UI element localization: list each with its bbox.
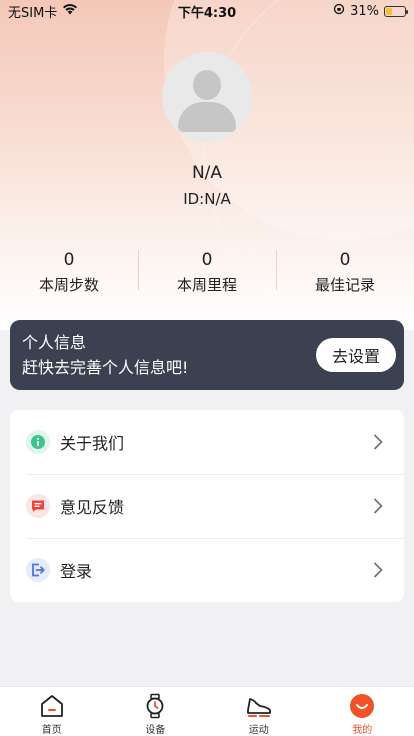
watch-icon (141, 692, 169, 719)
stat-label: 本周步数 (38, 276, 99, 294)
chevron-right-icon (366, 558, 390, 582)
tab-label: 首页 (41, 725, 62, 736)
tab-label: 运动 (248, 725, 269, 736)
user-id: ID:N/A (183, 190, 231, 208)
chevron-right-icon (366, 430, 390, 454)
shoe-icon (245, 692, 273, 719)
tab-sports[interactable]: 运动 (207, 687, 311, 736)
battery-percent: 31% (350, 3, 379, 19)
feedback-icon (26, 494, 50, 518)
menu-label: 登录 (60, 562, 93, 581)
wifi-icon (62, 3, 78, 19)
menu-item-feedback[interactable]: 意见反馈 (10, 474, 404, 538)
tab-bar: 首页 设备 运动 我的 (0, 686, 414, 736)
menu-label: 意见反馈 (60, 498, 125, 517)
menu-label: 关于我们 (60, 434, 125, 453)
stat-weekly-steps: 0 本周步数 (0, 248, 138, 298)
stat-value: 0 (201, 250, 213, 270)
menu-item-login[interactable]: 登录 (10, 538, 404, 602)
tab-home[interactable]: 首页 (0, 687, 104, 736)
personal-info-banner: 个人信息 赶快去完善个人信息吧! 去设置 (10, 320, 404, 390)
profile-smile-icon (348, 692, 376, 719)
tab-mine[interactable]: 我的 (311, 687, 414, 736)
login-icon (26, 558, 50, 582)
home-icon (38, 692, 66, 719)
stat-value: 0 (339, 250, 351, 270)
carrier-label: 无SIM卡 (8, 5, 58, 21)
stat-weekly-distance: 0 本周里程 (138, 248, 276, 298)
status-time: 下午4:30 (177, 5, 237, 21)
menu-item-about[interactable]: 关于我们 (10, 410, 404, 474)
tab-label: 设备 (145, 725, 166, 736)
stats-row: 0 本周步数 0 本周里程 0 最佳记录 (0, 248, 414, 298)
status-bar: 无SIM卡 下午4:30 31% (0, 0, 414, 22)
tab-label: 我的 (352, 725, 373, 736)
orientation-lock-icon (333, 3, 345, 19)
menu-list: 关于我们 意见反馈 登录 (10, 410, 404, 602)
chevron-right-icon (366, 494, 390, 518)
go-settings-button[interactable]: 去设置 (316, 338, 396, 372)
avatar[interactable] (162, 52, 252, 142)
stat-value: 0 (63, 250, 75, 270)
info-icon (26, 430, 50, 454)
tab-device[interactable]: 设备 (104, 687, 208, 736)
stat-label: 本周里程 (176, 276, 237, 294)
stat-best-record: 0 最佳记录 (276, 248, 414, 298)
stat-label: 最佳记录 (314, 276, 375, 294)
user-name: N/A (191, 163, 223, 183)
battery-icon (384, 5, 408, 17)
